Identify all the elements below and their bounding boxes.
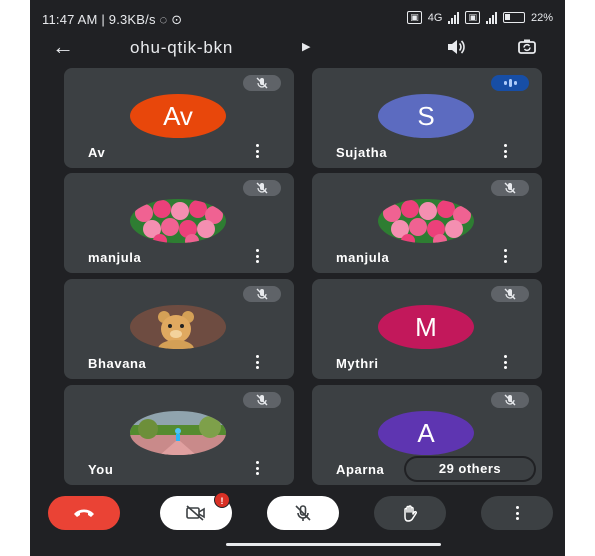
participant-name: You [88,462,114,477]
caret-right-icon[interactable]: ▶ [302,40,310,53]
participant-tile[interactable]: manjula [64,173,294,273]
teddy-bear-photo [130,305,226,349]
avatar-photo [130,411,226,455]
camera-toggle-button[interactable]: ! [160,492,232,530]
participant-tile[interactable]: manjula [312,173,542,273]
mic-off-indicator [491,286,529,302]
more-vertical-icon[interactable] [502,355,508,369]
avatar-photo [378,199,474,243]
top-bar: ← ohu-qtik-bkn ▶ [30,36,565,60]
participant-name: Bhavana [88,356,147,371]
avatar: Av [130,94,226,138]
status-time: 11:47 AM [42,12,98,27]
avatar-photo [130,305,226,349]
participant-name: Aparna [336,462,385,477]
mic-off-indicator [491,180,529,196]
more-vertical-icon[interactable] [254,461,260,475]
raise-hand-button[interactable] [374,496,446,530]
mic-off-icon [504,394,516,406]
others-count-chip[interactable]: 29 others [406,458,534,480]
mic-toggle-button[interactable] [267,496,339,530]
more-vertical-icon [515,506,519,520]
participant-tile[interactable]: Bhavana [64,279,294,379]
mic-off-icon [295,505,311,521]
switch-camera-icon[interactable] [516,36,538,58]
end-call-button[interactable] [48,496,120,530]
mic-off-indicator [243,392,281,408]
mic-off-icon [256,288,268,300]
speaking-indicator [491,75,529,91]
more-vertical-icon[interactable] [502,144,508,158]
more-vertical-icon[interactable] [254,249,260,263]
battery-icon [502,12,525,23]
mic-off-indicator [243,286,281,302]
more-vertical-icon[interactable] [254,355,260,369]
mic-off-icon [256,182,268,194]
roses-photo [378,199,474,243]
roses-photo [130,199,226,243]
signal-icon [448,11,460,24]
hand-icon [404,505,418,522]
participant-name: Mythri [336,356,379,371]
avatar: A [378,411,474,455]
mic-off-indicator [243,75,281,91]
camera-off-icon [186,505,205,521]
avatar: M [378,305,474,349]
phone-hangup-icon [74,509,94,517]
network-speed: 9.3KB/s [108,12,156,27]
whatsapp-icon: ◌ ⊙ [159,12,183,27]
network-type: 4G [427,11,443,24]
participant-tile[interactable]: Av Av [64,68,294,168]
signal-icon-2 [485,11,497,24]
mic-off-indicator [243,180,281,196]
warning-badge: ! [214,492,230,508]
field-photo [130,411,226,455]
participant-name: Av [88,145,106,160]
battery-level: 22% [530,11,553,24]
more-options-button[interactable] [481,496,553,530]
mic-off-icon [504,182,516,194]
mic-off-indicator [491,392,529,408]
avatar-photo [130,199,226,243]
phone-screen: 11:47 AM | 9.3KB/s ◌ ⊙ ▣ 4G ▣ 22% ← ohu-… [30,0,565,556]
participant-name: manjula [88,250,142,265]
participant-tile[interactable]: You [64,385,294,485]
volte-icon: ▣ [407,11,422,24]
home-indicator[interactable] [226,543,441,546]
back-arrow-icon[interactable]: ← [52,36,74,58]
mic-off-icon [256,394,268,406]
meeting-code[interactable]: ohu-qtik-bkn [130,38,233,58]
more-vertical-icon[interactable] [502,249,508,263]
participant-tile[interactable]: M Mythri [312,279,542,379]
avatar: S [378,94,474,138]
participant-tile[interactable]: S Sujatha [312,68,542,168]
mic-off-icon [504,288,516,300]
mic-off-icon [256,77,268,89]
status-left: 11:47 AM | 9.3KB/s ◌ ⊙ [42,12,183,27]
volte-icon-2: ▣ [465,11,480,24]
speaker-icon[interactable] [446,37,466,57]
more-vertical-icon[interactable] [254,144,260,158]
participant-name: Sujatha [336,145,388,160]
participant-name: manjula [336,250,390,265]
status-bar: 11:47 AM | 9.3KB/s ◌ ⊙ ▣ 4G ▣ 22% [30,0,565,36]
status-right: ▣ 4G ▣ 22% [407,11,553,24]
